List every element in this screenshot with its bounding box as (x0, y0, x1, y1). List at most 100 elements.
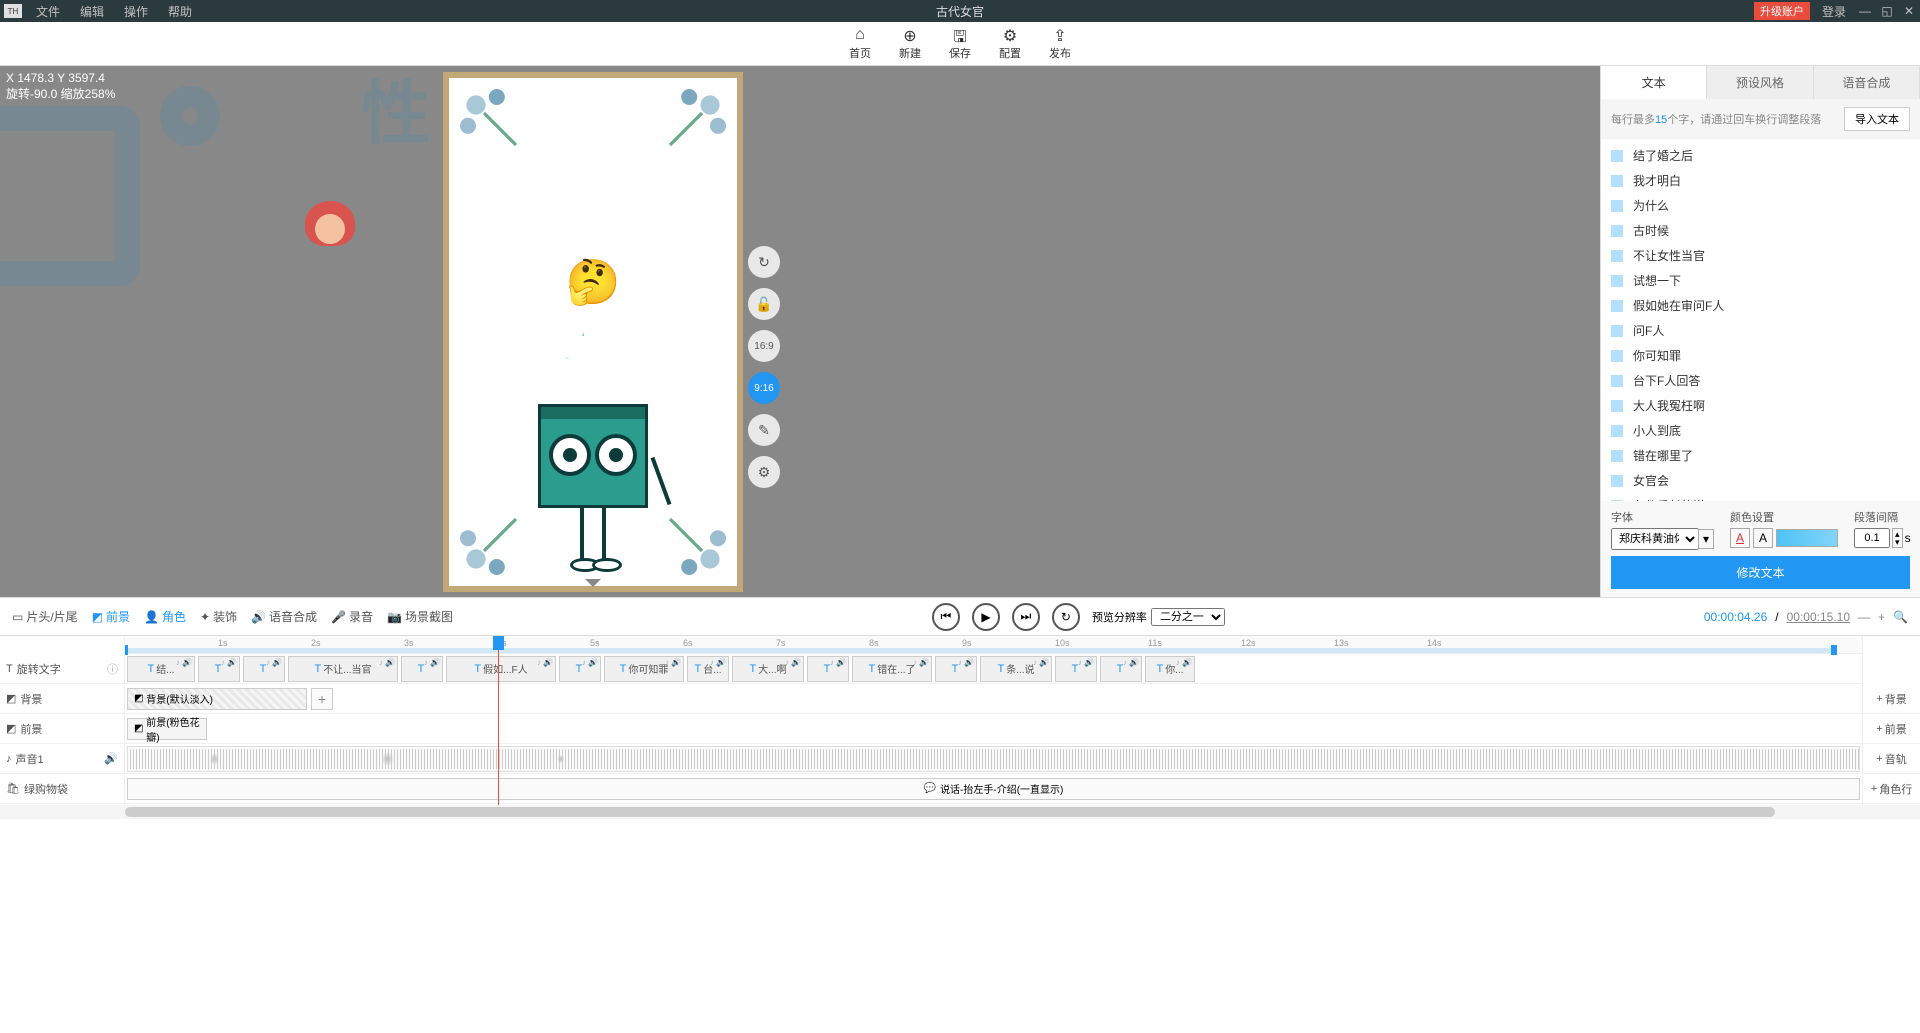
screenshot-button[interactable]: 📷场景截图 (387, 608, 453, 625)
text-line[interactable]: 女官会 (1601, 468, 1920, 493)
text-line[interactable]: 问F人 (1601, 318, 1920, 343)
tab-text[interactable]: 文本 (1601, 66, 1707, 99)
titles-button[interactable]: ▭片头/片尾 (12, 608, 78, 625)
tab-preset[interactable]: 预设风格 (1707, 66, 1813, 99)
text-clip[interactable]: ♪ 🔊T不让...当官 (288, 656, 398, 682)
audio-clip[interactable] (127, 746, 1860, 772)
foreground-track[interactable]: ◩ 前景(粉色花瓣) (125, 714, 1862, 744)
settings-tool[interactable]: ⚙ (748, 456, 780, 488)
font-select[interactable]: 郑庆科黄油体 (1611, 528, 1699, 550)
voice-button[interactable]: 🔊语音合成 (251, 608, 317, 625)
text-clip[interactable]: ♪ 🔊T (198, 656, 240, 682)
text-line[interactable]: 结了婚之后 (1601, 143, 1920, 168)
track-label-foreground[interactable]: ◩前景 (0, 714, 124, 744)
foreground-button[interactable]: ◩前景 (92, 608, 130, 625)
zoom-out-button[interactable]: — (1858, 610, 1870, 624)
spacing-stepper[interactable]: ▴▾ (1892, 528, 1903, 548)
text-line[interactable]: 不让女性当官 (1601, 243, 1920, 268)
text-clip[interactable]: ♪ 🔊T你... (1145, 656, 1195, 682)
text-line[interactable]: 我才明白 (1601, 168, 1920, 193)
outline-color-button[interactable]: A (1753, 528, 1773, 548)
canvas-area[interactable]: X 1478.3 Y 3597.4 旋转-90.0 缩放258% 不让女性 🤔 … (0, 66, 1600, 597)
text-line[interactable]: 小人到底 (1601, 418, 1920, 443)
zoom-in-button[interactable]: + (1878, 610, 1885, 624)
rotate-tool[interactable]: ↻ (748, 246, 780, 278)
minimize-button[interactable]: — (1854, 4, 1876, 18)
next-button[interactable]: ⏭ (1012, 603, 1040, 631)
track-label-rotate-text[interactable]: T旋转文字ⓘ (0, 654, 124, 684)
loop-button[interactable]: ↻ (1052, 603, 1080, 631)
prev-button[interactable]: ⏮ (932, 603, 960, 631)
text-clip[interactable]: ♪ 🔊T错在...了 (852, 656, 932, 682)
font-dropdown-icon[interactable]: ▾ (1698, 529, 1714, 549)
track-label-sound[interactable]: ♪声音1🔊 (0, 744, 124, 774)
info-icon[interactable]: ⓘ (107, 661, 118, 677)
text-clip[interactable]: ♪ 🔊T (807, 656, 849, 682)
save-button[interactable]: 🖫保存 (949, 26, 971, 61)
resolution-select[interactable]: 二分之一 (1151, 608, 1225, 626)
text-line[interactable]: 你可知罪 (1601, 343, 1920, 368)
foreground-clip[interactable]: ◩ 前景(粉色花瓣) (127, 718, 207, 740)
publish-button[interactable]: ⇪发布 (1049, 26, 1071, 61)
text-clip[interactable]: ♪ 🔊T (1100, 656, 1142, 682)
text-clip[interactable]: ♪ 🔊T结... (127, 656, 195, 682)
spacing-input[interactable] (1854, 528, 1890, 548)
add-audio-track-button[interactable]: + 音轨 (1863, 744, 1920, 774)
record-button[interactable]: 🎤录音 (331, 608, 373, 625)
add-role-track-button[interactable]: + 角色行 (1863, 774, 1920, 804)
import-text-button[interactable]: 导入文本 (1844, 107, 1910, 131)
menu-operate[interactable]: 操作 (114, 3, 158, 20)
track-label-background[interactable]: ◩背景 (0, 684, 124, 714)
text-clip[interactable]: ♪ 🔊T你可知罪 (604, 656, 684, 682)
character-graphic[interactable] (523, 413, 663, 568)
text-clip[interactable]: ♪ 🔊T (401, 656, 443, 682)
text-clip[interactable]: ♪ 🔊T假如...F人 (446, 656, 556, 682)
text-line[interactable]: 古时候 (1601, 218, 1920, 243)
text-clip[interactable]: ♪ 🔊T (559, 656, 601, 682)
text-clip[interactable]: ♪ 🔊T大...啊 (732, 656, 804, 682)
text-color-button[interactable]: A (1730, 528, 1750, 548)
home-button[interactable]: ⌂首页 (849, 26, 871, 61)
modify-text-button[interactable]: 修改文本 (1611, 556, 1910, 589)
menu-file[interactable]: 文件 (26, 3, 70, 20)
sound-track[interactable] (125, 744, 1862, 774)
bag-track[interactable]: 💬说话-抬左手-介绍(一直显示) (125, 774, 1862, 804)
background-track[interactable]: ◩ 背景(默认淡入) + (125, 684, 1862, 714)
text-line[interactable]: 大人我冤枉啊 (1601, 393, 1920, 418)
zoom-fit-button[interactable]: 🔍 (1893, 610, 1908, 624)
timeline-ruler[interactable]: 1s2s3s4s5s6s7s8s9s10s11s12s13s14s (125, 636, 1862, 654)
track-label-bag[interactable]: 🛍绿购物袋 (0, 774, 124, 804)
menu-help[interactable]: 帮助 (158, 3, 202, 20)
text-line[interactable]: 错在哪里了 (1601, 443, 1920, 468)
text-line[interactable]: 为什么 (1601, 193, 1920, 218)
tab-voice[interactable]: 语音合成 (1814, 66, 1920, 99)
config-button[interactable]: ⚙配置 (999, 26, 1021, 61)
text-clip[interactable]: ♪ 🔊T (243, 656, 285, 682)
maximize-button[interactable]: ◱ (1876, 4, 1898, 18)
text-line[interactable]: 假如她在审问F人 (1601, 293, 1920, 318)
timeline-scrollbar[interactable] (0, 805, 1920, 819)
login-button[interactable]: 登录 (1814, 3, 1854, 20)
background-clip[interactable]: ◩ 背景(默认淡入) (127, 688, 307, 710)
text-clip[interactable]: ♪ 🔊T台... (687, 656, 729, 682)
text-line[interactable]: 条件反射的说 (1601, 493, 1920, 501)
add-bg-track-button[interactable]: + 背景 (1863, 684, 1920, 714)
lock-tool[interactable]: 🔓 (748, 288, 780, 320)
upgrade-button[interactable]: 升级账户 (1754, 2, 1810, 20)
talk-clip[interactable]: 💬说话-抬左手-介绍(一直显示) (127, 778, 1860, 800)
text-line[interactable]: 试想一下 (1601, 268, 1920, 293)
speaker-icon[interactable]: 🔊 (104, 752, 118, 765)
new-button[interactable]: ⊕新建 (899, 26, 921, 61)
menu-edit[interactable]: 编辑 (70, 3, 114, 20)
add-fg-track-button[interactable]: + 前景 (1863, 714, 1920, 744)
edit-tool[interactable]: ✎ (748, 414, 780, 446)
total-time[interactable]: 00:00:15.10 (1787, 610, 1850, 624)
role-button[interactable]: 👤角色 (144, 608, 186, 625)
text-line[interactable]: 台下F人回答 (1601, 368, 1920, 393)
text-clip[interactable]: ♪ 🔊T (935, 656, 977, 682)
gradient-color-button[interactable] (1776, 529, 1838, 547)
add-background-button[interactable]: + (311, 688, 333, 710)
canvas-frame[interactable]: 🤔 试想一 (443, 72, 743, 592)
ratio-16-9[interactable]: 16:9 (748, 330, 780, 362)
deco-button[interactable]: ✦装饰 (200, 608, 237, 625)
